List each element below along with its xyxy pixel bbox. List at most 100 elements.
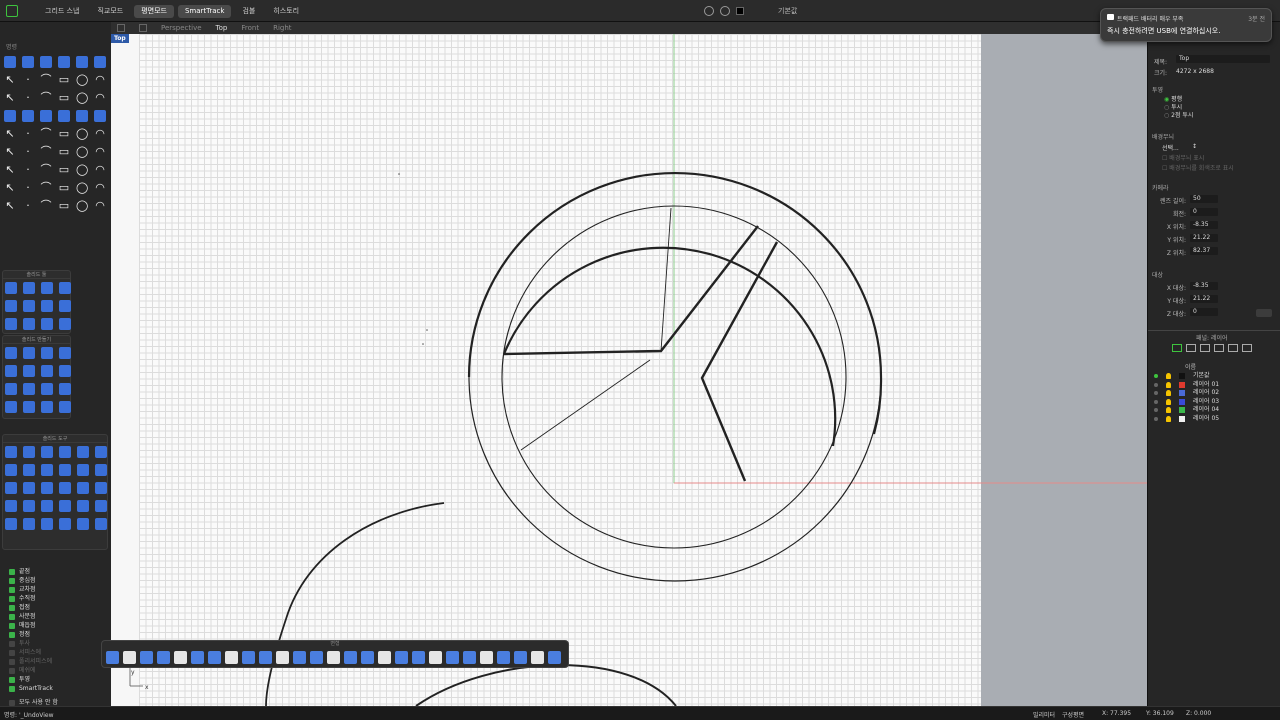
tool-select-icon[interactable]: ↖ (4, 200, 16, 212)
tool-point-icon[interactable]: · (22, 146, 34, 158)
top-viewport[interactable]: Top y x (111, 34, 1147, 706)
tool-point-icon[interactable] (22, 110, 34, 122)
transform-tool-icon[interactable] (174, 650, 187, 664)
solid-tool-icon[interactable] (5, 282, 17, 294)
bottom-arc[interactable] (415, 664, 677, 706)
layer-color-swatch[interactable] (736, 7, 744, 15)
solid-tool-icon[interactable] (59, 282, 71, 294)
solid-tool-icon[interactable] (95, 518, 107, 530)
solid-tool-icon[interactable] (59, 464, 71, 476)
tool-select-icon[interactable]: ↖ (4, 146, 16, 158)
lightbulb-icon[interactable] (1166, 390, 1171, 396)
tool-circle-icon[interactable]: ◯ (76, 92, 88, 104)
osnap-item[interactable]: 교차점 (9, 585, 109, 594)
tool-point-icon[interactable]: · (22, 200, 34, 212)
tool-point-icon[interactable]: · (22, 74, 34, 86)
toggle-planar[interactable]: 평면모드 (134, 5, 174, 18)
solid-tool-icon[interactable] (5, 401, 17, 413)
transform-tool-icon[interactable] (310, 650, 323, 664)
transform-tool-icon[interactable] (548, 650, 561, 664)
tool-polyline-icon[interactable]: ⌒ (40, 92, 52, 104)
tab-perspective[interactable]: Perspective (161, 24, 202, 32)
solid-tool-icon[interactable] (23, 300, 35, 312)
tool-rectangle-icon[interactable]: ▭ (58, 182, 70, 194)
toggle-gumball[interactable]: 검볼 (235, 5, 262, 18)
toggle-ortho[interactable]: 직교모드 (90, 5, 130, 18)
transform-tool-icon[interactable] (327, 650, 340, 664)
solid-tool-icon[interactable] (77, 518, 89, 530)
tool-point-icon[interactable]: · (22, 164, 34, 176)
solid-tool-icon[interactable] (59, 347, 71, 359)
tool-arc-icon[interactable]: ◠ (94, 128, 106, 140)
transform-tool-icon[interactable] (514, 650, 527, 664)
transform-tool-icon[interactable] (361, 650, 374, 664)
tool-arc-icon[interactable]: ◠ (94, 146, 106, 158)
tool-polyline-icon[interactable] (40, 110, 52, 122)
layer-radio-icon[interactable] (1154, 399, 1158, 404)
solid-tool-icon[interactable] (23, 365, 35, 377)
single-layout-icon[interactable] (139, 24, 147, 32)
checkbox-icon[interactable] (9, 631, 15, 638)
checkbox-icon[interactable] (9, 685, 15, 692)
layer-radio-icon[interactable] (1154, 416, 1158, 421)
solid-tool-icon[interactable] (95, 446, 107, 458)
solid-tool-icon[interactable] (5, 464, 17, 476)
checkbox-icon[interactable] (9, 604, 15, 611)
solid-tool-icon[interactable] (77, 482, 89, 494)
solid-tool-icon[interactable] (59, 446, 71, 458)
checkbox-icon[interactable] (9, 649, 15, 656)
large-arc[interactable] (265, 502, 445, 706)
layer-radio-icon[interactable] (1154, 408, 1158, 412)
checkbox-icon[interactable] (9, 586, 15, 593)
visibility-icon[interactable] (720, 6, 730, 16)
checkbox-icon[interactable] (9, 658, 15, 665)
solid-tool-icon[interactable] (41, 500, 53, 512)
solid-tool-icon[interactable] (59, 300, 71, 312)
solid-tool-icon[interactable] (59, 500, 71, 512)
solid-tool-icon[interactable] (59, 518, 71, 530)
tool-arc-icon[interactable] (94, 56, 106, 68)
osnap-item[interactable]: 투영 (9, 675, 109, 684)
solid-tool-icon[interactable] (95, 464, 107, 476)
tool-circle-icon[interactable]: ◯ (76, 146, 88, 158)
checkbox-icon[interactable] (9, 595, 15, 602)
layer-row[interactable]: 레이어 01 (1153, 381, 1277, 389)
drawing-canvas[interactable]: y x (111, 34, 1147, 706)
solid-tool-icon[interactable] (41, 318, 53, 330)
solid-tool-icon[interactable] (59, 318, 71, 330)
spoke-thin-1[interactable] (660, 207, 672, 352)
layer-row[interactable]: 기본값 (1153, 372, 1277, 380)
layer-up-icon[interactable] (1214, 344, 1224, 352)
checkbox-icon[interactable] (9, 622, 15, 629)
transform-tool-icon[interactable] (480, 650, 493, 664)
property-value[interactable]: 21.22 (1190, 295, 1218, 303)
tool-circle-icon[interactable] (76, 110, 88, 122)
tool-point-icon[interactable]: · (22, 128, 34, 140)
title-field[interactable]: Top (1176, 55, 1270, 63)
transform-tool-icon[interactable] (225, 650, 238, 664)
transform-tool-icon[interactable] (463, 650, 476, 664)
checkbox-icon[interactable] (9, 676, 15, 683)
checkbox-icon[interactable] (9, 667, 15, 674)
transform-tool-icon[interactable] (259, 650, 272, 664)
solid-tool-icon[interactable] (23, 347, 35, 359)
tool-arc-icon[interactable]: ◠ (94, 200, 106, 212)
solid-tool-icon[interactable] (95, 500, 107, 512)
tool-polyline-icon[interactable]: ⌒ (40, 146, 52, 158)
lightbulb-icon[interactable] (1166, 398, 1171, 405)
osnap-item[interactable]: 정점 (9, 630, 109, 639)
cplane-mode[interactable]: 구성평면 (1062, 710, 1084, 719)
tool-select-icon[interactable]: ↖ (4, 128, 16, 140)
tool-circle-icon[interactable]: ◯ (76, 164, 88, 176)
solid-tool-icon[interactable] (41, 401, 53, 413)
transform-tool-icon[interactable] (208, 650, 221, 664)
current-layer-name[interactable]: 기본값 (778, 6, 797, 16)
layer-color-swatch[interactable] (1179, 398, 1185, 405)
tool-rectangle-icon[interactable] (58, 110, 70, 122)
transform-tool-icon[interactable] (412, 650, 425, 664)
tool-rectangle-icon[interactable]: ▭ (58, 164, 70, 176)
layer-color-swatch[interactable] (1179, 407, 1185, 413)
layer-radio-icon[interactable] (1154, 391, 1158, 395)
transform-tool-icon[interactable] (242, 650, 255, 664)
solid-tool-icon[interactable] (5, 300, 17, 312)
